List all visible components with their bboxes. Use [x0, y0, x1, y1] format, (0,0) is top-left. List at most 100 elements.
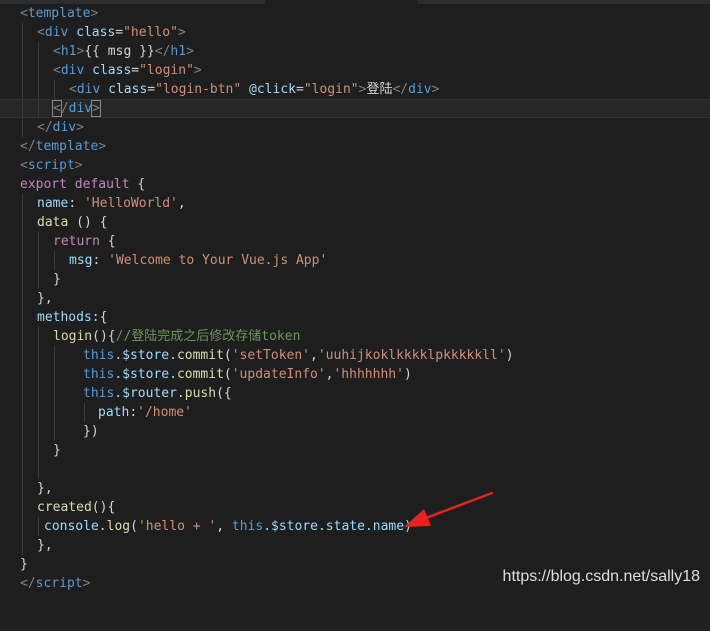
tag-name: div: [76, 82, 101, 97]
current-line: </div>: [0, 99, 710, 118]
string-value: 'updateInfo': [231, 367, 326, 382]
code-line: <div class="login">: [0, 61, 710, 80]
code-line: data () {: [0, 213, 710, 232]
code-line: this.$router.push({: [0, 384, 710, 403]
punctuation: () {: [68, 215, 108, 230]
attr-name: class: [108, 82, 148, 97]
punctuation: {: [99, 234, 116, 249]
tag-name: template: [27, 6, 91, 21]
indent-guide: [22, 23, 23, 42]
function-name: log: [106, 519, 131, 534]
code-line: <div class="login-btn" @click="login">登陆…: [0, 80, 710, 99]
code-comment: //登陆完成之后修改存储token: [115, 329, 301, 344]
tag-name: script: [35, 576, 83, 591]
this-keyword: this: [83, 386, 115, 401]
function-name: created: [37, 500, 92, 515]
attr-name: class: [76, 25, 116, 40]
punctuation: ({: [216, 386, 232, 401]
code-line: },: [0, 536, 710, 555]
member-access: .$store.: [114, 348, 177, 363]
tag-name: div: [68, 101, 93, 116]
member-access: .$router.: [114, 386, 185, 401]
watermark-text: https://blog.csdn.net/sally18: [502, 568, 700, 585]
punctuation: },: [37, 538, 53, 553]
code-line: methods:{: [0, 308, 710, 327]
string-value: '/home': [137, 405, 192, 420]
code-line: }: [0, 441, 710, 460]
function-name: login: [53, 329, 93, 344]
string-value: 'HelloWorld': [83, 196, 178, 211]
function-name: push: [184, 386, 217, 401]
element-text: 登陆: [366, 82, 393, 97]
code-line: <script>: [20, 158, 83, 173]
tag-name: div: [52, 120, 77, 135]
tag-name: template: [35, 139, 99, 154]
code-editor[interactable]: <template> <div class="hello"> <h1>{{ ms…: [0, 0, 710, 594]
attr-value: "login-btn": [155, 82, 242, 97]
text-cursor: [99, 101, 101, 116]
code-line: },: [0, 289, 710, 308]
code-line: name: 'HelloWorld',: [0, 194, 710, 213]
code-line: this.$store.commit('updateInfo','hhhhhhh…: [0, 365, 710, 384]
member-access: .$store.: [114, 367, 177, 382]
code-line: }: [0, 270, 710, 289]
code-line: login(){//登陆完成之后修改存储token: [0, 327, 710, 346]
punctuation: },: [37, 481, 53, 496]
function-name: commit: [176, 367, 224, 382]
property-key: methods: [37, 310, 92, 325]
tag-name: div: [44, 25, 69, 40]
function-name: data: [37, 215, 69, 230]
tag-name: h1: [170, 44, 187, 59]
punctuation: }: [20, 557, 28, 572]
punctuation: }: [53, 443, 61, 458]
code-line: path:'/home': [0, 403, 710, 422]
this-keyword: this: [231, 519, 264, 534]
string-value: 'Welcome to Your Vue.js App': [108, 253, 328, 268]
code-line: created(){: [0, 498, 710, 517]
event-binding: @click: [249, 82, 296, 97]
keyword: return: [53, 234, 100, 249]
punctuation: :{: [91, 310, 108, 325]
keyword: export: [20, 177, 67, 192]
code-line: <div class="hello">: [0, 23, 710, 42]
tag-name: div: [60, 63, 85, 78]
property-key: msg: [69, 253, 93, 268]
punctuation: (){: [91, 500, 116, 515]
string-value: 'hhhhhhh': [333, 367, 404, 382]
code-line: <h1>{{ msg }}</h1>: [0, 42, 710, 61]
attr-name: class: [92, 63, 132, 78]
string-value: 'uuhijkoklkkkklpkkkkkll': [317, 348, 506, 363]
member-access: .$store.state.name: [263, 519, 405, 534]
code-line: export default {: [0, 175, 710, 194]
code-line: </div>: [0, 118, 710, 137]
tag-name: h1: [60, 44, 77, 59]
code-line: return {: [0, 232, 710, 251]
property-key: path: [98, 405, 130, 420]
interpolation: {{ msg }}: [84, 44, 155, 59]
attr-value: "login": [303, 82, 359, 97]
code-line: console.log('hello + ', this.$store.stat…: [0, 517, 710, 536]
punctuation: },: [37, 291, 53, 306]
punctuation: (){: [92, 329, 116, 344]
code-line: this.$store.commit('setToken','uuhijkokl…: [0, 346, 710, 365]
code-line: msg: 'Welcome to Your Vue.js App': [0, 251, 710, 270]
code-line: }): [0, 422, 710, 441]
function-name: commit: [176, 348, 224, 363]
code-line: </template>: [20, 139, 107, 154]
punctuation: }): [83, 424, 99, 439]
attr-value: "login": [139, 63, 194, 78]
object-name: console: [44, 519, 99, 534]
string-value: 'setToken': [231, 348, 311, 363]
keyword: default: [74, 177, 130, 192]
attr-value: "hello": [123, 25, 178, 40]
this-keyword: this: [83, 348, 115, 363]
code-line: <template>: [20, 6, 99, 21]
this-keyword: this: [83, 367, 115, 382]
punctuation: }: [53, 272, 61, 287]
property-key: name: [37, 196, 69, 211]
code-line: [0, 460, 710, 479]
code-line: },: [0, 479, 710, 498]
string-value: 'hello + ': [137, 519, 217, 534]
punctuation: {: [129, 177, 146, 192]
tag-name: script: [27, 158, 75, 173]
